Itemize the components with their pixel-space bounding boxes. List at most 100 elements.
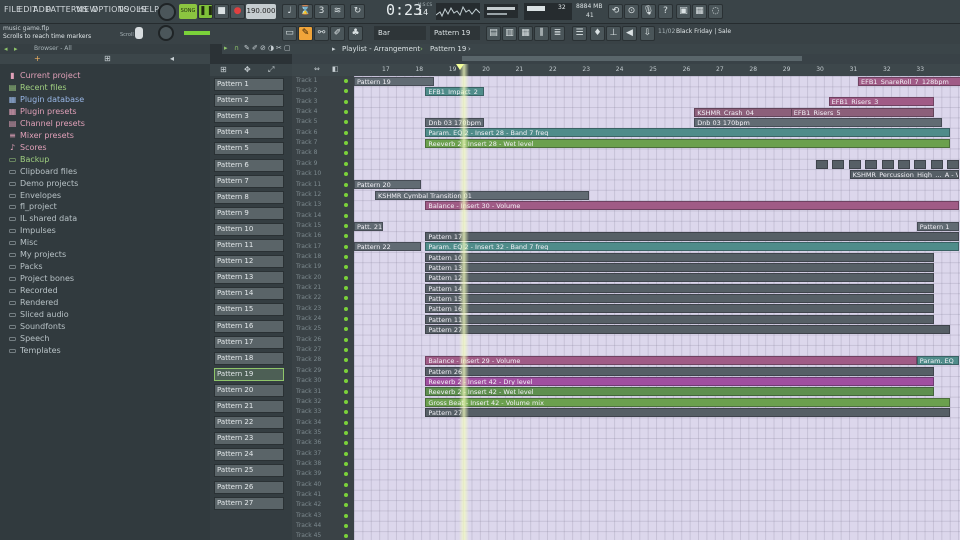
playlist-clip[interactable]: Pattern 27 — [425, 325, 951, 335]
track-name[interactable]: Track 42 — [296, 500, 321, 510]
browser-item[interactable]: ▭ Speech — [8, 333, 50, 344]
brush-icon[interactable]: ✐ — [252, 44, 258, 52]
track-mute-led[interactable] — [344, 513, 348, 518]
track-mute-led[interactable] — [344, 451, 348, 456]
track-mute-led[interactable] — [344, 493, 348, 497]
track-mute-led[interactable] — [344, 79, 348, 83]
track-mute-led[interactable] — [344, 275, 348, 280]
playlist-clip[interactable]: Param. EQ 2 - Insert 32 - Band 7 freq — [425, 242, 959, 252]
midi-icon[interactable]: ⊙ — [624, 4, 639, 19]
move-icon[interactable]: ✥ — [244, 65, 251, 74]
track-mute-led[interactable] — [344, 223, 348, 228]
pattern-list-item[interactable]: Pattern 16 — [214, 319, 284, 333]
playlist-clip[interactable]: EFB1_Risers_5 — [790, 107, 934, 117]
track-mute-led[interactable] — [344, 389, 348, 394]
playlist-clip[interactable]: Reeverb 2 - Insert 28 - Wet level — [425, 138, 951, 148]
pattern-list-item[interactable]: Pattern 9 — [214, 206, 284, 220]
track-name[interactable]: Track 36 — [296, 438, 321, 448]
track-name[interactable]: Track 5 — [296, 117, 317, 127]
channel-rack-icon[interactable]: ▦ — [518, 26, 533, 41]
track-name[interactable]: Track 44 — [296, 521, 321, 531]
playlist-clip[interactable]: Pattern 17 — [425, 231, 959, 241]
pattern-list-item[interactable]: Pattern 22 — [214, 416, 284, 430]
browser-item[interactable]: ▭ Soundfonts — [8, 321, 66, 332]
browser-expand-icon[interactable]: ⊞ — [104, 54, 111, 63]
playlist-clip[interactable]: Param. EQ — [916, 356, 959, 366]
overview-scroll-thumb[interactable] — [462, 56, 802, 61]
playlist-menu-icon[interactable]: ▸ — [332, 44, 336, 54]
track-mute-led[interactable] — [344, 524, 348, 529]
track-mute-led[interactable] — [344, 441, 348, 446]
master-pitch-knob[interactable] — [158, 25, 174, 41]
blend-notes-icon[interactable]: ≋ — [330, 4, 345, 19]
track-name[interactable]: Track 37 — [296, 449, 321, 459]
track-mute-led[interactable] — [344, 244, 348, 249]
pattern-list-item[interactable]: Pattern 2 — [214, 94, 284, 108]
track-mute-led[interactable] — [344, 534, 348, 539]
pattern-list-item[interactable]: Pattern 11 — [214, 239, 284, 252]
browser-item[interactable]: ▭ Recorded — [8, 285, 58, 296]
plugin-picker-icon[interactable]: ♦ — [590, 26, 605, 41]
delete-icon[interactable]: ⊘ — [260, 44, 266, 52]
song-mode-toggle[interactable]: SONG — [179, 4, 197, 19]
track-name[interactable]: Track 21 — [296, 283, 321, 293]
track-mute-led[interactable] — [344, 89, 348, 94]
record-button[interactable]: ● — [230, 4, 245, 19]
browser-item[interactable]: ▭ Packs — [8, 261, 43, 272]
play-button[interactable]: ❚❚ — [198, 4, 214, 19]
track-name[interactable]: Track 2 — [296, 86, 317, 96]
track-mute-led[interactable] — [344, 161, 348, 166]
playlist-clip[interactable]: Pattern 26 — [425, 366, 934, 376]
track-name[interactable]: Track 14 — [296, 211, 321, 221]
tempo-tap-icon[interactable]: ⊥ — [606, 26, 621, 41]
browser-item[interactable]: ▭ Project bones — [8, 273, 74, 284]
pattern-list-item[interactable]: Pattern 12 — [214, 255, 284, 269]
news-ticker[interactable]: Black Friday | Sale — [676, 28, 731, 35]
browser-options-icon[interactable]: ◂ — [4, 45, 8, 53]
master-volume-knob[interactable] — [158, 3, 176, 21]
track-name[interactable]: Track 1 — [296, 76, 317, 86]
help-icon[interactable]: ? — [658, 4, 673, 19]
track-name[interactable]: Track 6 — [296, 128, 317, 138]
typing-keyboard-icon[interactable]: ▭ — [282, 26, 297, 41]
pattern-block[interactable] — [947, 159, 960, 169]
track-name[interactable]: Track 26 — [296, 335, 321, 345]
track-mute-led[interactable] — [344, 482, 348, 487]
pattern-list-item[interactable]: Pattern 14 — [214, 287, 284, 301]
pattern-select[interactable]: Pattern 19 — [430, 26, 480, 40]
browser-item[interactable]: ♪ Scores — [8, 142, 47, 153]
wait-input-icon[interactable]: ⌛ — [298, 4, 313, 19]
playlist-clip[interactable]: Param. EQ 2 - Insert 28 - Band 7 freq — [425, 128, 951, 138]
pattern-list-item[interactable]: Pattern 23 — [214, 432, 284, 446]
track-name[interactable]: Track 16 — [296, 231, 321, 241]
metronome-icon[interactable]: ♩ — [282, 4, 297, 19]
playlist-clip[interactable]: EFB1_SnareRoll_7_128bpm — [858, 76, 960, 86]
track-mute-led[interactable] — [344, 213, 348, 218]
pattern-list-item[interactable]: Pattern 26 — [214, 480, 284, 494]
track-mute-led[interactable] — [344, 399, 348, 404]
track-mute-led[interactable] — [344, 286, 348, 290]
browser-item[interactable]: ≡ Mixer presets — [8, 130, 74, 141]
track-name[interactable]: Track 30 — [296, 376, 321, 386]
playlist-clip[interactable]: Pattern 11 — [425, 314, 934, 324]
track-mute-led[interactable] — [344, 182, 348, 187]
pattern-block[interactable] — [848, 159, 861, 169]
track-name[interactable]: Track 25 — [296, 324, 321, 334]
browser-nav-icon[interactable]: ▸ — [14, 45, 18, 53]
resize-icon[interactable]: ⤢ — [268, 65, 274, 75]
pattern-block[interactable] — [816, 159, 828, 169]
playlist-pattern[interactable]: Pattern 19 — [430, 44, 466, 54]
playlist-clip[interactable]: Reeverb 2 - Insert 42 - Wet level — [425, 387, 934, 397]
pattern-list-item[interactable]: Pattern 10 — [214, 222, 284, 236]
playlist-clip[interactable]: Pattern 20 — [354, 180, 422, 190]
playlist-clip[interactable]: Pattern 22 — [354, 242, 422, 252]
pattern-block[interactable] — [914, 159, 927, 169]
pattern-block[interactable] — [832, 159, 845, 169]
playhead[interactable] — [459, 64, 469, 540]
track-mute-led[interactable] — [344, 348, 348, 353]
track-name[interactable]: Track 32 — [296, 397, 321, 407]
track-mute-led[interactable] — [344, 379, 348, 384]
track-name[interactable]: Track 38 — [296, 459, 321, 469]
browser-item[interactable]: ▭ Templates — [8, 345, 61, 356]
track-name[interactable]: Track 29 — [296, 366, 321, 376]
